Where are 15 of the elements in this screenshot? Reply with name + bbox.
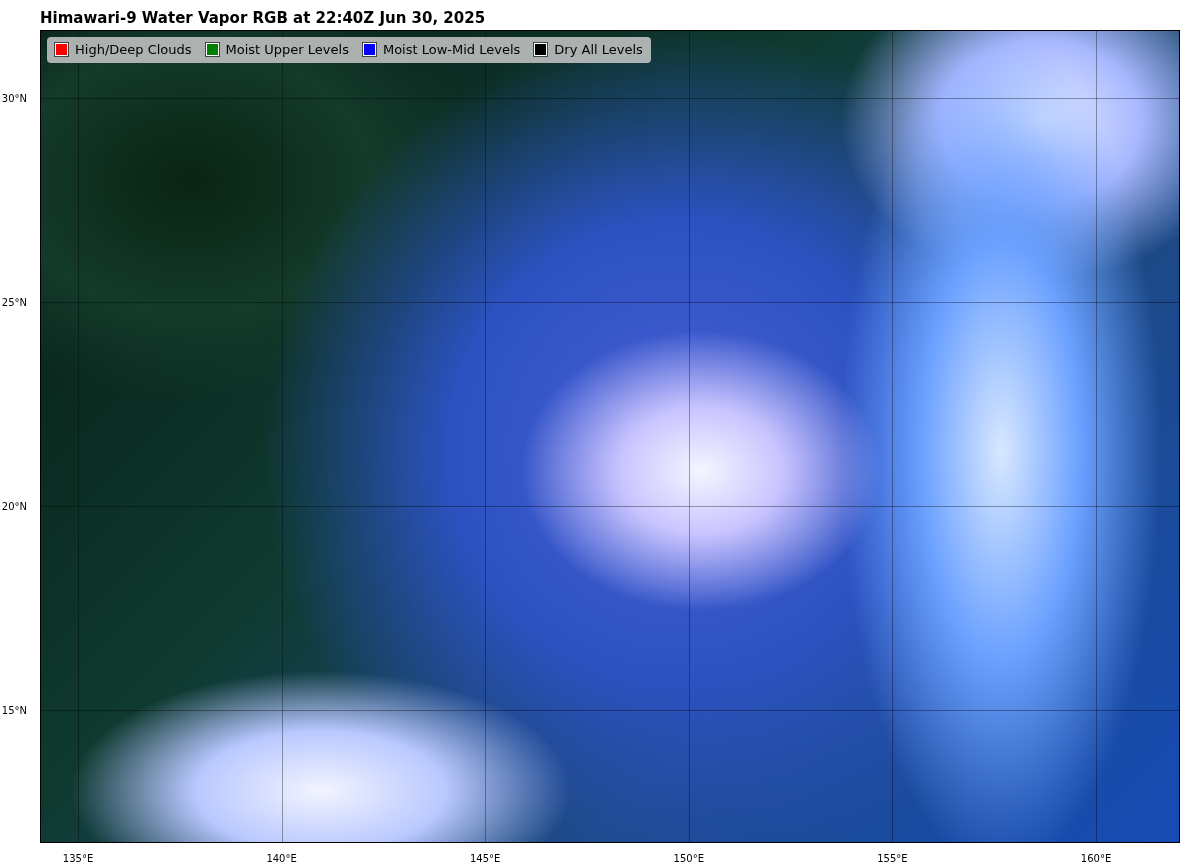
- longitude-label: 145°E: [470, 852, 501, 866]
- latitude-label: 25°N: [1, 295, 27, 310]
- legend-label: Moist Upper Levels: [225, 41, 349, 59]
- longitude-label: 135°E: [62, 852, 94, 866]
- longitude-label: 140°E: [266, 852, 297, 866]
- legend-label: High/Deep Clouds: [75, 41, 192, 59]
- chart-title: Himawari-9 Water Vapor RGB at 22:40Z Jun 30, 2025: [40, 9, 487, 29]
- latitude-label: 30°N: [1, 91, 27, 106]
- latitude-label: 15°N: [1, 703, 27, 718]
- longitude-label: 160°E: [1080, 852, 1112, 866]
- longitude-label: 150°E: [673, 852, 704, 866]
- latitude-label: 20°N: [1, 499, 27, 514]
- legend-label: Dry All Levels: [554, 41, 643, 59]
- legend-label: Moist Low-Mid Levels: [382, 41, 521, 59]
- longitude-label: 155°E: [877, 852, 908, 866]
